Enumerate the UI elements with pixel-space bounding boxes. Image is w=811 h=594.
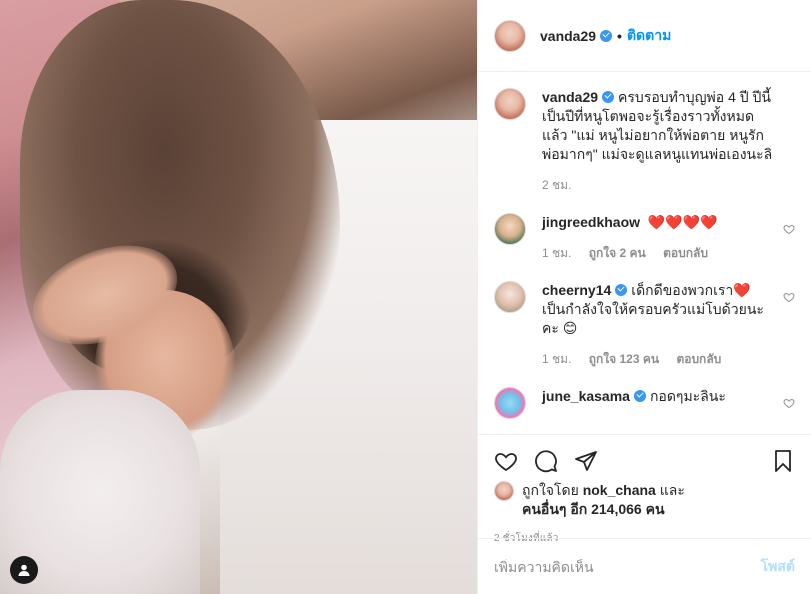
comment-item: june_kasama กอดๆมะลินะ — [494, 387, 795, 419]
add-comment-bar: โพสต์ — [478, 538, 811, 594]
liker-avatar[interactable] — [494, 481, 514, 501]
comment-likes[interactable]: ถูกใจ 123 คน — [589, 352, 659, 366]
comment-like-heart-icon[interactable] — [783, 223, 795, 235]
likes-others[interactable]: คนอื่นๆ อีก 214,066 คน — [522, 501, 665, 517]
reply-button[interactable]: ตอบกลับ — [663, 246, 708, 260]
commenter-avatar[interactable] — [494, 281, 526, 313]
author-avatar[interactable] — [494, 88, 526, 120]
liker-username[interactable]: nok_chana — [583, 482, 656, 498]
comment-time[interactable]: 1 ชม. — [542, 352, 571, 366]
verified-badge-icon — [633, 390, 646, 402]
caption-username[interactable]: vanda29 — [542, 89, 598, 105]
post-side-panel: vanda29 • ติดตาม vanda29 ครบรอบทำบุญพ่อ 4… — [477, 0, 811, 594]
comment-username[interactable]: jingreedkhaow — [542, 214, 640, 230]
paper-plane-icon[interactable] — [574, 449, 598, 473]
bookmark-icon[interactable] — [771, 449, 795, 473]
post-comment-button[interactable]: โพสต์ — [761, 556, 795, 578]
comment-username[interactable]: cheerny14 — [542, 282, 611, 298]
author-avatar[interactable] — [494, 19, 526, 52]
comment-username[interactable]: june_kasama — [542, 388, 630, 404]
follow-button[interactable]: ติดตาม — [627, 25, 671, 47]
comment-text: กอดๆมะลินะ — [649, 388, 726, 404]
caption-time[interactable]: 2 ชม. — [542, 178, 571, 192]
comment-icon[interactable] — [534, 449, 558, 473]
comments-list[interactable]: vanda29 ครบรอบทำบุญพ่อ 4 ปี ปีนี้เป็นปีที… — [478, 72, 811, 434]
comment-like-heart-icon[interactable] — [783, 291, 795, 303]
comment-item: jingreedkhaow ❤️❤️❤️❤️ 1 ชม. ถูกใจ 2 คน … — [494, 213, 795, 263]
heart-outline-icon[interactable] — [494, 449, 518, 473]
comment-input[interactable] — [494, 558, 761, 575]
commenter-avatar[interactable] — [494, 213, 526, 245]
comment-like-heart-icon[interactable] — [783, 397, 795, 409]
post-actions: ถูกใจโดย nok_chana และ คนอื่นๆ อีก 214,0… — [478, 434, 811, 594]
likes-prefix: ถูกใจโดย — [522, 482, 579, 498]
verified-badge-icon — [615, 284, 628, 296]
action-icons — [494, 441, 795, 481]
author-username[interactable]: vanda29 — [540, 28, 596, 44]
comment-likes[interactable]: ถูกใจ 2 คน — [589, 246, 646, 260]
comment-text: ❤️❤️❤️❤️ — [647, 214, 718, 230]
verified-badge-icon — [600, 29, 613, 42]
comment-time[interactable]: 1 ชม. — [542, 246, 571, 260]
post-photo[interactable] — [0, 0, 477, 594]
user-tag-icon[interactable] — [10, 556, 38, 584]
commenter-avatar[interactable] — [494, 387, 526, 419]
likes-and: และ — [659, 482, 685, 498]
post-header: vanda29 • ติดตาม — [478, 0, 811, 72]
reply-button[interactable]: ตอบกลับ — [676, 352, 721, 366]
caption: vanda29 ครบรอบทำบุญพ่อ 4 ปี ปีนี้เป็นปีที… — [494, 88, 795, 195]
verified-badge-icon — [602, 91, 615, 103]
post-modal: vanda29 • ติดตาม vanda29 ครบรอบทำบุญพ่อ 4… — [0, 0, 811, 594]
comment-item: cheerny14 เด็กดีของพวกเรา❤️ เป็นกำลังใจให… — [494, 281, 795, 369]
likes-summary: ถูกใจโดย nok_chana และ คนอื่นๆ อีก 214,0… — [494, 481, 795, 519]
separator-dot: • — [617, 27, 622, 44]
